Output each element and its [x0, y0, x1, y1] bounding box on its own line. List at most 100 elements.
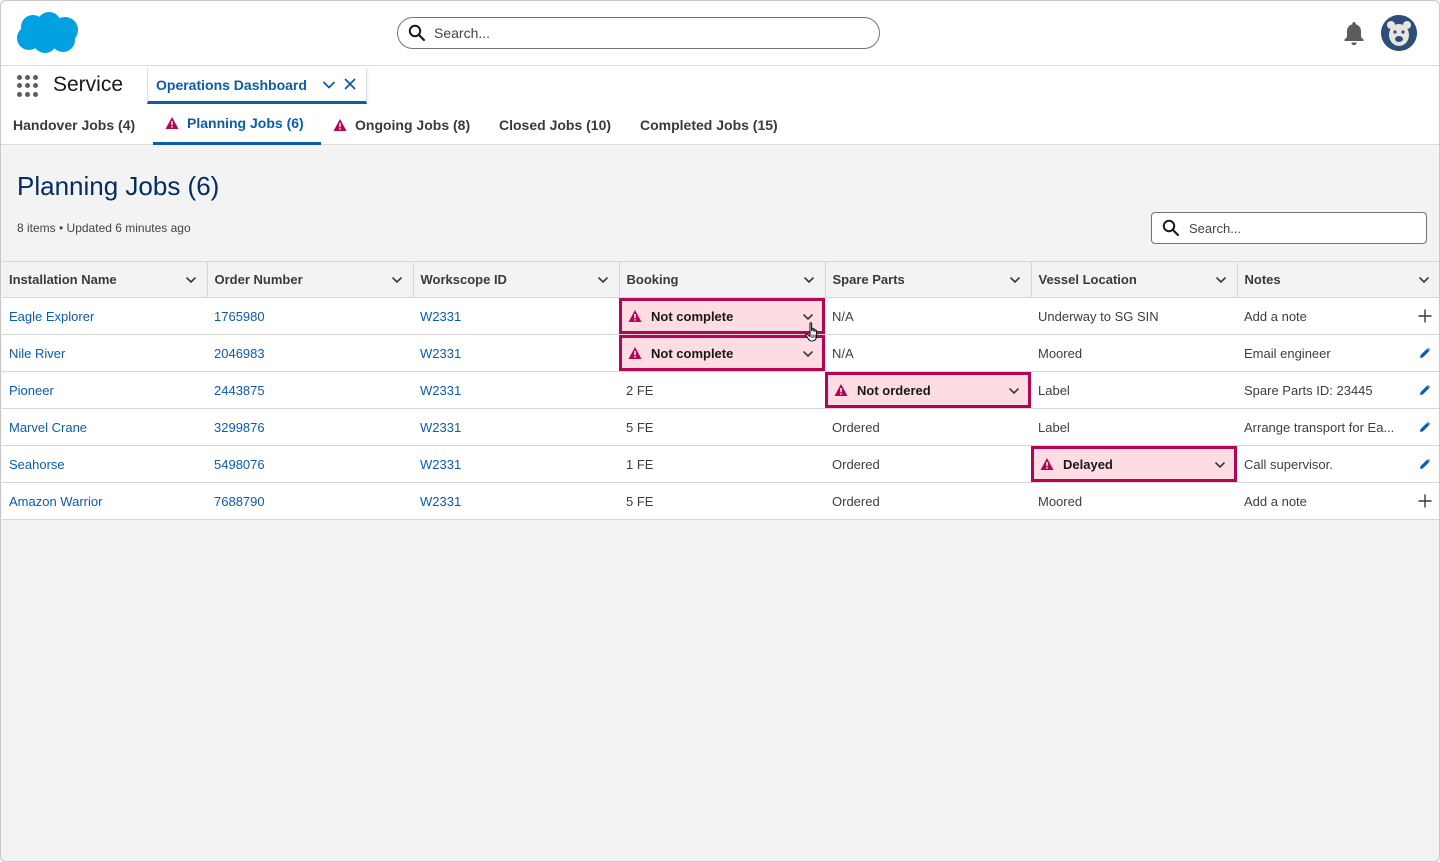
table-row: Seahorse 5498076 W2331 1 FE Ordered Delayed Ca… [2, 445, 1439, 483]
tab-planning-jobs[interactable]: Planning Jobs (6) [153, 104, 321, 145]
order-number-link[interactable]: 2443875 [207, 371, 413, 409]
column-header-booking[interactable]: Booking [619, 261, 826, 298]
booking-status-label: Not complete [651, 345, 734, 361]
workscope-id-link[interactable]: W2331 [413, 445, 619, 483]
workscope-id-link[interactable]: W2331 [413, 482, 619, 520]
vessel-location-status-dropdown[interactable]: Delayed [1031, 446, 1237, 482]
installation-name-link[interactable]: Nile River [2, 334, 207, 372]
warning-icon [628, 309, 642, 323]
chevron-down-icon[interactable] [1418, 274, 1430, 286]
vessel-location-cell: Label [1031, 371, 1237, 409]
workspace-tab-label: Operations Dashboard [156, 76, 307, 93]
column-header-order-number[interactable]: Order Number [207, 261, 414, 298]
avatar[interactable] [1381, 15, 1417, 51]
global-search-input[interactable]: Search... [397, 17, 880, 49]
spare-parts-cell: N/A [825, 297, 1031, 335]
page-title: Planning Jobs (6) [17, 171, 220, 201]
warning-icon [628, 346, 642, 360]
notes-cell: Arrange transport for Ea... [1237, 408, 1439, 446]
tab-completed-jobs[interactable]: Completed Jobs (15) [640, 104, 778, 145]
workscope-id-link[interactable]: W2331 [413, 334, 619, 372]
booking-cell: 1 FE [619, 445, 825, 483]
edit-pencil-icon[interactable] [1418, 420, 1432, 434]
spare-parts-status-dropdown[interactable]: Not ordered [825, 372, 1031, 408]
column-header-workscope-id[interactable]: Workscope ID [413, 261, 620, 298]
workscope-id-link[interactable]: W2331 [413, 408, 619, 446]
tab-ongoing-jobs[interactable]: Ongoing Jobs (8) [333, 104, 470, 145]
edit-pencil-icon[interactable] [1418, 383, 1432, 397]
note-text: Arrange transport for Ea... [1244, 419, 1395, 435]
column-header-label: Workscope ID [420, 272, 507, 287]
list-search-input[interactable]: Search... [1151, 212, 1427, 244]
booking-alert-cell[interactable]: Not complete [619, 334, 825, 372]
installation-name-link[interactable]: Amazon Warrior [2, 482, 207, 520]
chevron-down-icon[interactable] [1215, 274, 1227, 286]
edit-pencil-icon[interactable] [1418, 457, 1432, 471]
warning-icon [165, 116, 179, 130]
order-number-link[interactable]: 3299876 [207, 408, 413, 446]
pointer-cursor-icon [805, 322, 818, 342]
workscope-id-link[interactable]: W2331 [413, 371, 619, 409]
booking-cell: 5 FE [619, 482, 825, 520]
order-number-link[interactable]: 1765980 [207, 297, 413, 335]
notes-cell: Add a note [1237, 297, 1439, 335]
chevron-down-icon[interactable] [597, 274, 609, 286]
vessel-location-cell: Underway to SG SIN [1031, 297, 1237, 335]
warning-icon [1040, 457, 1054, 471]
tab-closed-jobs[interactable]: Closed Jobs (10) [499, 104, 611, 145]
chevron-down-icon[interactable] [802, 348, 814, 360]
workscope-id-link[interactable]: W2331 [413, 297, 619, 335]
installation-name-link[interactable]: Eagle Explorer [2, 297, 207, 335]
booking-status-label: Not complete [651, 308, 734, 324]
booking-status-dropdown[interactable]: Not complete [619, 335, 825, 371]
bell-icon[interactable] [1341, 19, 1367, 47]
global-header: Search... [1, 1, 1439, 66]
search-icon [408, 24, 426, 42]
jobs-table: Installation Name Order Number Workscope I… [2, 261, 1439, 520]
order-number-link[interactable]: 5498076 [207, 445, 413, 483]
booking-cell: 5 FE [619, 408, 825, 446]
chevron-down-icon[interactable] [803, 274, 815, 286]
column-header-spare-parts[interactable]: Spare Parts [825, 261, 1032, 298]
tab-handover-jobs[interactable]: Handover Jobs (4) [13, 104, 135, 145]
salesforce-cloud-logo[interactable] [15, 11, 81, 55]
booking-alert-cell[interactable]: Not complete [619, 297, 825, 335]
chevron-down-icon[interactable] [1214, 459, 1226, 471]
vessel-location-alert-cell[interactable]: Delayed [1031, 445, 1237, 483]
warning-icon [834, 383, 848, 397]
list-meta: 8 items • Updated 6 minutes ago [17, 221, 191, 235]
close-icon[interactable] [343, 77, 357, 91]
list-search-placeholder: Search... [1189, 220, 1242, 236]
order-number-link[interactable]: 2046983 [207, 334, 413, 372]
spare-parts-alert-cell[interactable]: Not ordered [825, 371, 1031, 409]
chevron-down-icon[interactable] [322, 78, 336, 92]
vessel-location-cell: Moored [1031, 482, 1237, 520]
chevron-down-icon[interactable] [1009, 274, 1021, 286]
vessel-location-status-label: Delayed [1063, 456, 1113, 472]
notes-cell: Call supervisor. [1237, 445, 1439, 483]
chevron-down-icon[interactable] [1008, 385, 1020, 397]
table-row: Amazon Warrior 7688790 W2331 5 FE Ordered Moo… [2, 482, 1439, 520]
chevron-down-icon[interactable] [185, 274, 197, 286]
spare-parts-cell: Ordered [825, 408, 1031, 446]
order-number-link[interactable]: 7688790 [207, 482, 413, 520]
installation-name-link[interactable]: Pioneer [2, 371, 207, 409]
booking-status-dropdown[interactable]: Not complete [619, 298, 825, 334]
edit-pencil-icon[interactable] [1418, 346, 1432, 360]
chevron-down-icon[interactable] [391, 274, 403, 286]
column-header-label: Vessel Location [1038, 272, 1137, 287]
table-header-row: Installation Name Order Number Workscope I… [2, 261, 1439, 298]
installation-name-link[interactable]: Seahorse [2, 445, 207, 483]
app-navigation-bar: Service Operations Dashboard [1, 66, 1439, 104]
installation-name-link[interactable]: Marvel Crane [2, 408, 207, 446]
column-header-installation-name[interactable]: Installation Name [2, 261, 208, 298]
app-launcher-icon[interactable] [17, 75, 39, 97]
workspace-tab-operations-dashboard[interactable]: Operations Dashboard [147, 68, 367, 104]
notes-cell: Spare Parts ID: 23445 [1237, 371, 1439, 409]
table-body: Eagle Explorer 1765980 W2331 Not complete N/… [2, 297, 1439, 520]
column-header-vessel-location[interactable]: Vessel Location [1031, 261, 1238, 298]
column-header-notes[interactable]: Notes [1237, 261, 1439, 298]
add-icon[interactable] [1418, 309, 1432, 323]
tab-label: Completed Jobs (15) [640, 116, 778, 133]
add-icon[interactable] [1418, 494, 1432, 508]
